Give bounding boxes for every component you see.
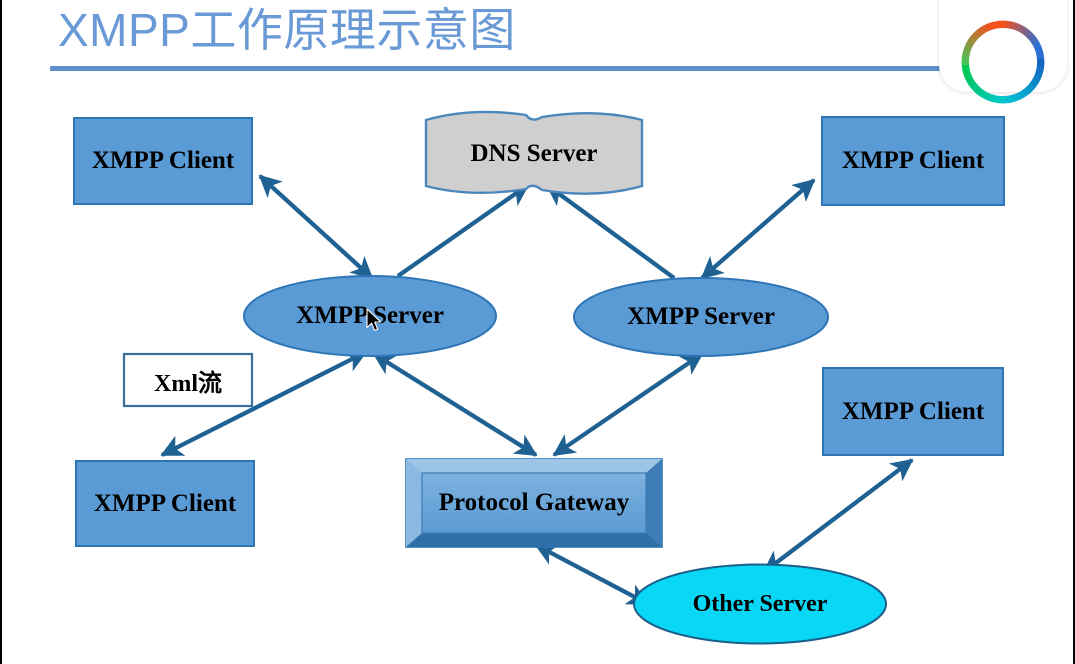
conn-server-left-gateway	[372, 352, 538, 457]
slide-canvas: XMPP工作原理示意图 XMPP Client DNS Server XMPP …	[0, 0, 1075, 664]
conn-client-tl-server-left	[258, 174, 374, 280]
conn-server-right-dns	[545, 183, 676, 280]
node-protocol-gateway[interactable]	[405, 458, 663, 548]
node-server-right[interactable]	[573, 277, 829, 357]
node-client-top-right[interactable]	[821, 116, 1005, 206]
node-client-right[interactable]	[822, 367, 1004, 456]
conn-server-left-dns	[396, 183, 530, 278]
node-xml-stream-label[interactable]	[122, 352, 254, 408]
mouse-pointer	[366, 308, 382, 331]
conn-other-server-client-r	[762, 458, 914, 574]
node-dns-server[interactable]	[424, 110, 644, 195]
conn-gateway-other-server	[534, 543, 650, 606]
conn-server-right-client-tr	[700, 178, 816, 280]
node-client-bottom-left[interactable]	[75, 460, 255, 547]
diagram-canvas	[73, 110, 1005, 645]
node-other-server[interactable]	[633, 563, 887, 645]
conn-server-right-gateway	[552, 352, 704, 457]
node-client-top-left[interactable]	[73, 117, 253, 205]
